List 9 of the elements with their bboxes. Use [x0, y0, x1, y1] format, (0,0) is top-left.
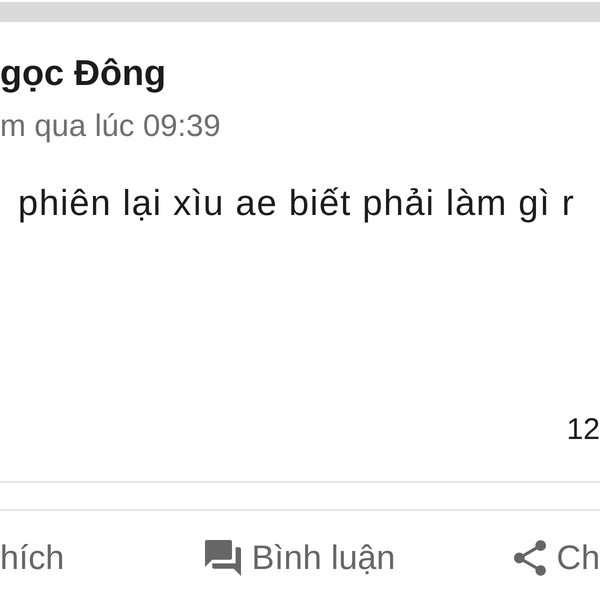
author-name[interactable]: gọc Đông: [0, 52, 166, 94]
like-button[interactable]: hích: [0, 536, 64, 580]
reaction-count: 12: [566, 412, 600, 448]
post-text: phiên lại xìu ae biết phải làm gì r: [18, 182, 575, 224]
share-icon: [514, 540, 546, 576]
share-button[interactable]: Ch: [514, 536, 600, 580]
post-time: m qua lúc 09:39: [0, 108, 221, 144]
comment-button[interactable]: Bình luận: [204, 536, 396, 580]
comment-icon: [204, 540, 241, 576]
